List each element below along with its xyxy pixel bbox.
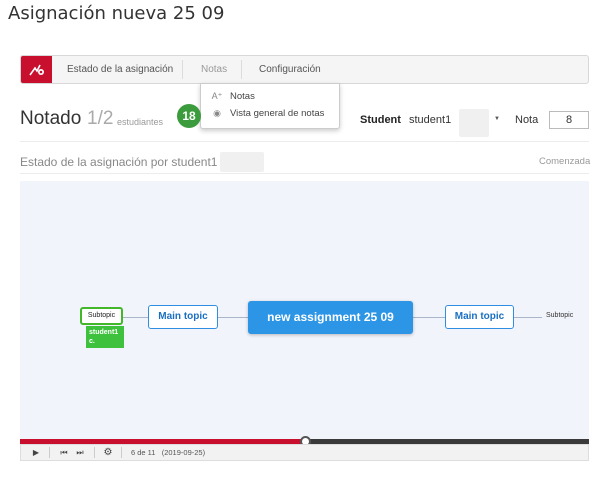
redacted-area (220, 152, 264, 172)
grade-label: Nota (515, 114, 539, 126)
main-topic-node-left[interactable]: Main topic (148, 305, 218, 329)
redacted-area (459, 109, 489, 137)
graded-count: 1/2 (87, 108, 114, 129)
controls-divider (49, 447, 50, 458)
tab-assignment-status[interactable]: Estado de la asignación (67, 56, 173, 83)
toolbar-divider (182, 60, 183, 79)
grading-title: Notado (20, 108, 82, 129)
subtopic-node-right[interactable]: Subtopic (546, 312, 573, 319)
play-icon[interactable]: ▶ (29, 445, 43, 460)
tab-grades[interactable]: Notas (201, 56, 227, 83)
central-topic-node[interactable]: new assignment 25 09 (248, 301, 413, 334)
divider (20, 141, 589, 142)
connector-line (514, 317, 542, 318)
grades-dropdown-menu: A⁺ Notas ◉ Vista general de notas (200, 83, 340, 129)
step-badge: 18 (177, 104, 201, 128)
grade-input[interactable]: 8 (549, 111, 589, 129)
graded-count-suffix: estudiantes (117, 117, 164, 127)
menu-item-label: Notas (230, 90, 255, 102)
gear-icon[interactable]: ⚙ (101, 445, 115, 460)
menu-item-grades-overview[interactable]: ◉ Vista general de notas (211, 105, 324, 121)
subtopic-node-left[interactable]: Subtopic (80, 307, 123, 325)
controls-divider (121, 447, 122, 458)
status-value: Comenzada (539, 156, 591, 167)
tab-settings[interactable]: Configuración (259, 56, 321, 83)
app-logo-icon[interactable] (21, 56, 52, 83)
connector-line (122, 317, 148, 318)
mindmap-canvas[interactable]: Subtopic student1 c. Main topic new assi… (20, 181, 589, 439)
grade-letter-icon: A⁺ (211, 90, 223, 101)
student-tag: student1 c. (86, 326, 124, 348)
student-label: Student (360, 114, 401, 126)
skip-forward-icon[interactable]: ⏭ (73, 445, 87, 460)
skip-back-icon[interactable]: ⏮ (57, 445, 71, 460)
main-topic-node-right[interactable]: Main topic (445, 305, 514, 329)
menu-item-grades[interactable]: A⁺ Notas (211, 88, 255, 104)
playback-controls: ▶ ⏮ ⏭ ⚙ 6 de 11 (2019-09-25) (20, 444, 589, 461)
connector-line (218, 317, 248, 318)
controls-divider (94, 447, 95, 458)
toolbar-divider (241, 60, 242, 79)
assignment-toolbar: Estado de la asignación Notas Configurac… (20, 55, 589, 84)
menu-item-label: Vista general de notas (230, 107, 325, 119)
page-title: Asignación nueva 25 09 (8, 3, 225, 24)
divider (20, 173, 589, 174)
connector-line (413, 317, 445, 318)
caret-down-icon[interactable]: ▼ (494, 116, 500, 122)
frame-info: 6 de 11 (2019-09-25) (131, 448, 206, 457)
eye-icon: ◉ (213, 107, 221, 118)
assignment-status-title: Estado de la asignación por student1 (20, 155, 218, 169)
